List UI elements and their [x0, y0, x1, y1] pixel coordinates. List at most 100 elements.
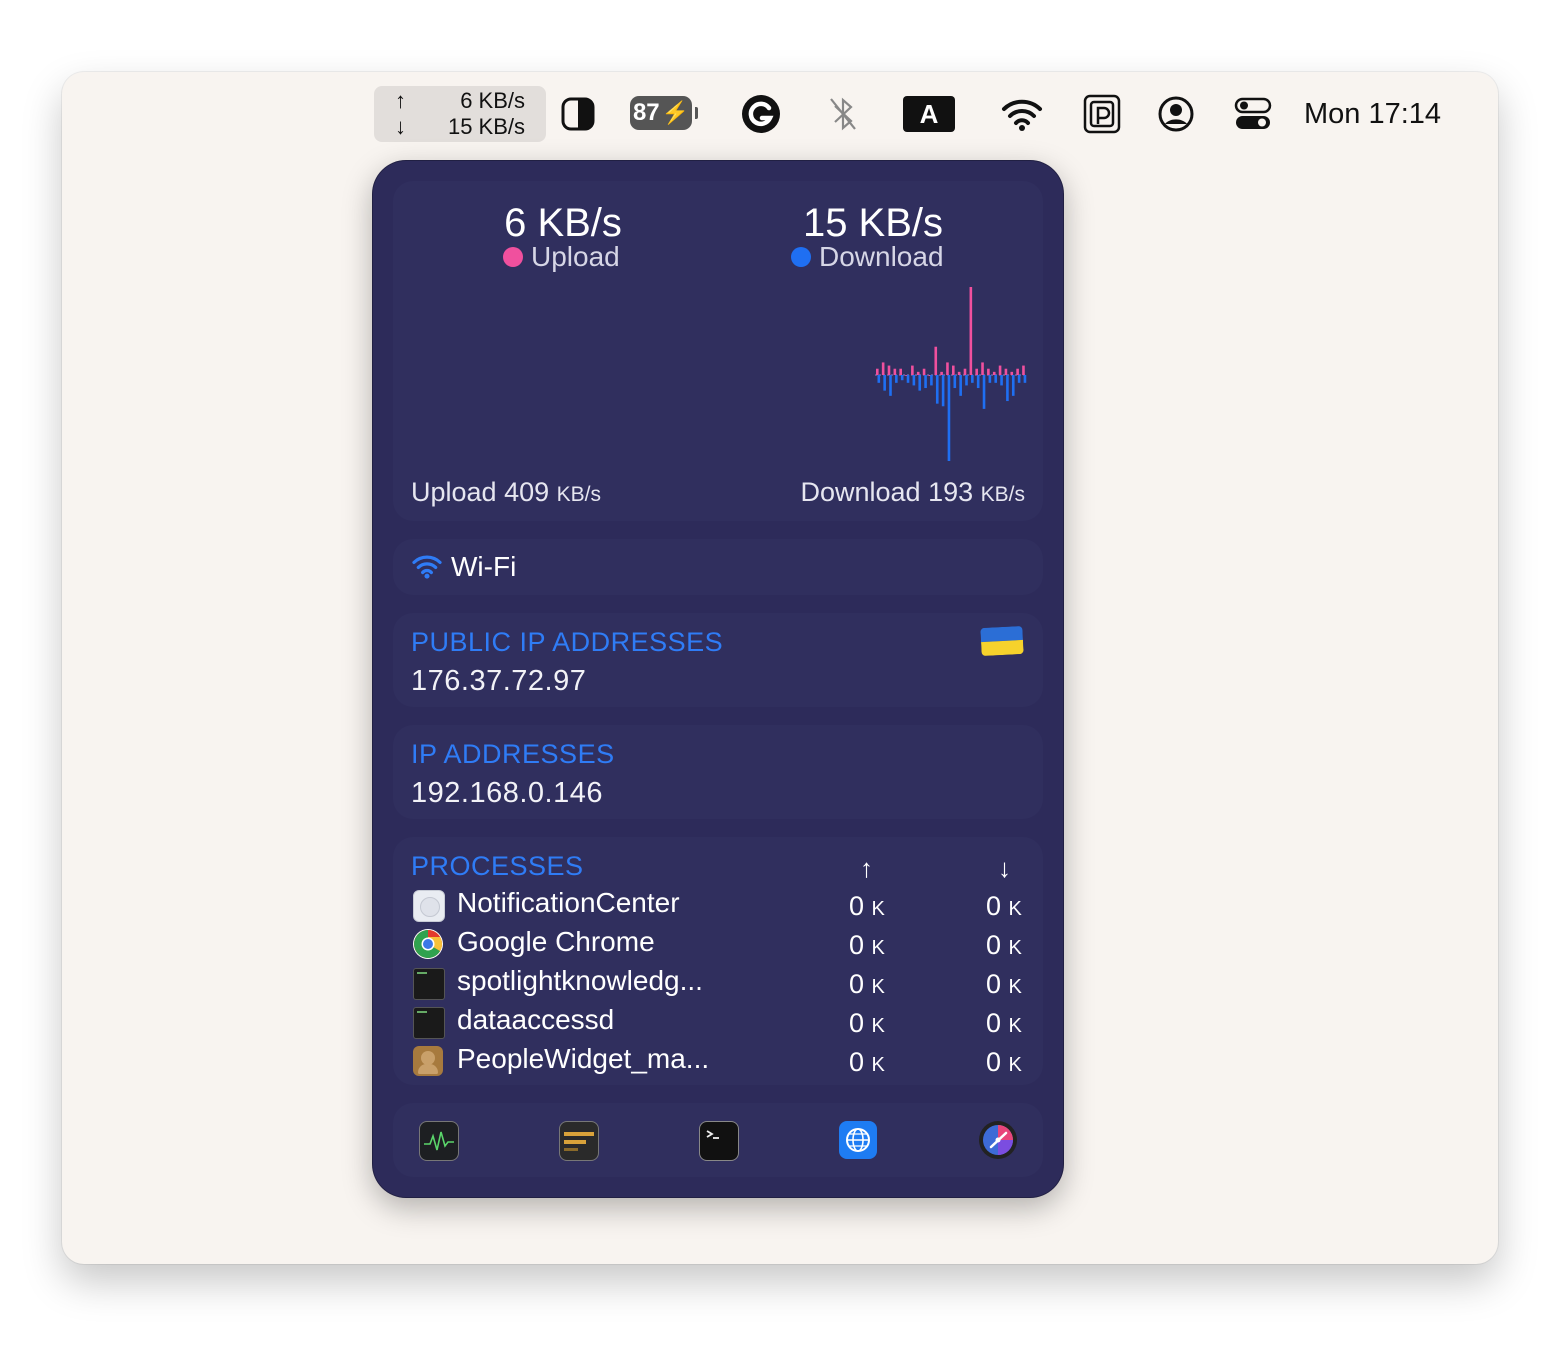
- menubar-clock[interactable]: Mon 17:14: [1304, 94, 1441, 134]
- menubar-download-speed: 15 KB/s: [447, 114, 525, 139]
- upload-bar: [911, 365, 914, 375]
- process-download: 0 K: [986, 1047, 1022, 1077]
- ukraine-flag-icon: [980, 625, 1024, 657]
- public-ip-card: PUBLIC IP ADDRESSES 176.37.72.97: [393, 613, 1043, 707]
- process-download: 0 K: [986, 969, 1022, 999]
- local-ip-value[interactable]: 192.168.0.146: [411, 777, 603, 810]
- activity-monitor-icon[interactable]: [419, 1121, 459, 1161]
- public-ip-value[interactable]: 176.37.72.97: [411, 665, 586, 698]
- upload-bar: [934, 346, 938, 375]
- download-bar: [976, 375, 980, 389]
- upload-peak-label: Upload: [411, 477, 497, 507]
- public-ip-label: PUBLIC IP ADDRESSES: [411, 627, 724, 657]
- download-bar: [1006, 375, 1009, 402]
- process-row[interactable]: NotificationCenter 0 K 0 K: [411, 887, 1025, 925]
- download-peak: Download 193 KB/s: [800, 477, 1025, 508]
- upload-peak-unit: KB/s: [556, 483, 602, 506]
- process-upload: 0 K: [849, 891, 885, 921]
- local-ip-card: IP ADDRESSES 192.168.0.146: [393, 725, 1043, 819]
- wifi-icon[interactable]: [1000, 96, 1044, 132]
- upload-bar: [957, 371, 961, 375]
- upload-bar: [899, 368, 902, 375]
- download-rate: 15 KB/s: [802, 201, 944, 245]
- upload-bar: [1010, 371, 1014, 375]
- process-row[interactable]: Google Chrome 0 K 0 K: [411, 926, 1025, 964]
- download-bar: [906, 375, 910, 383]
- upload-bar: [876, 368, 879, 375]
- upload-bar: [987, 368, 990, 375]
- download-peak-value: 193: [928, 477, 974, 507]
- terminal-icon[interactable]: [699, 1121, 739, 1161]
- upload-bar: [981, 362, 984, 375]
- upload-bar: [893, 368, 897, 375]
- download-legend-label: Download: [819, 241, 944, 272]
- network-speed-menu-item[interactable]: ↑ 6 KB/s ↓ 15 KB/s: [374, 86, 546, 142]
- exec-terminal-icon: [413, 968, 445, 1000]
- quick-apps-bar: [393, 1103, 1043, 1177]
- contrast-icon[interactable]: [560, 96, 596, 132]
- traffic-graph-card: 6 KB/s Upload 15 KB/s Download Upload 40…: [393, 181, 1043, 521]
- notification-center-icon: [413, 890, 445, 922]
- upload-bar: [922, 368, 926, 375]
- process-name: dataaccessd: [457, 1004, 615, 1035]
- upload-legend: Upload: [503, 241, 620, 273]
- upload-bar: [1004, 368, 1008, 375]
- upload-rate: 6 KB/s: [504, 201, 622, 245]
- down-arrow-icon: ↓: [395, 114, 406, 139]
- download-bar: [947, 375, 951, 461]
- process-row[interactable]: PeopleWidget_ma... 0 K 0 K: [411, 1043, 1025, 1081]
- upload-bar: [992, 371, 996, 375]
- process-row[interactable]: spotlightknowledg... 0 K 0 K: [411, 965, 1025, 1003]
- upload-legend-label: Upload: [531, 241, 620, 272]
- process-row[interactable]: dataaccessd 0 K 0 K: [411, 1004, 1025, 1042]
- process-upload: 0 K: [849, 1008, 885, 1038]
- download-bar: [982, 375, 986, 409]
- download-bar: [912, 375, 916, 386]
- control-center-icon[interactable]: [1234, 96, 1272, 132]
- download-peak-unit: KB/s: [980, 483, 1025, 506]
- process-upload: 0 K: [849, 1047, 885, 1077]
- process-upload: 0 K: [849, 930, 885, 960]
- upload-bar: [952, 365, 955, 375]
- download-bar: [965, 375, 968, 386]
- process-upload: 0 K: [849, 969, 885, 999]
- battery-icon[interactable]: 87 ⚡: [630, 96, 698, 130]
- local-ip-label: IP ADDRESSES: [411, 739, 615, 769]
- user-account-icon[interactable]: [1157, 95, 1195, 133]
- process-name: Google Chrome: [457, 926, 655, 957]
- istat-speedometer-icon[interactable]: [979, 1121, 1017, 1159]
- console-icon[interactable]: [559, 1121, 599, 1161]
- download-bar: [1000, 375, 1003, 386]
- menubar-upload-speed: 6 KB/s: [460, 88, 525, 113]
- network-globe-icon[interactable]: [839, 1121, 877, 1159]
- download-bar: [971, 375, 974, 383]
- parking-app-icon[interactable]: [1083, 94, 1121, 134]
- process-download: 0 K: [986, 891, 1022, 921]
- bluetooth-off-icon[interactable]: [826, 94, 860, 134]
- process-name: NotificationCenter: [457, 887, 680, 918]
- upload-bar: [1016, 368, 1019, 375]
- upload-color-dot: [503, 247, 523, 267]
- upload-bar: [969, 287, 973, 375]
- upload-bar: [963, 368, 967, 375]
- download-bar: [918, 375, 922, 391]
- download-bar: [883, 375, 886, 391]
- contacts-icon: [413, 1046, 443, 1076]
- upload-column-icon: ↑: [860, 853, 873, 883]
- upload-bar: [881, 362, 885, 375]
- grammarly-icon[interactable]: [741, 94, 781, 134]
- upload-bar: [940, 371, 943, 375]
- process-download: 0 K: [986, 930, 1022, 960]
- download-bar: [877, 375, 881, 383]
- exec-terminal-icon: [413, 1007, 445, 1039]
- network-dropdown-panel: 6 KB/s Upload 15 KB/s Download Upload 40…: [372, 160, 1064, 1198]
- upload-bar: [975, 368, 978, 375]
- keyboard-input-icon[interactable]: A: [903, 96, 955, 132]
- processes-card: PROCESSES ↑ ↓ NotificationCenter 0 K 0 K…: [393, 837, 1043, 1085]
- battery-percent: 87: [632, 99, 660, 126]
- upload-bar: [946, 362, 949, 375]
- upload-peak: Upload 409 KB/s: [411, 477, 601, 508]
- network-interface-card[interactable]: Wi-Fi: [393, 539, 1043, 595]
- traffic-bar-chart: [875, 287, 1027, 461]
- process-name: spotlightknowledg...: [457, 965, 703, 996]
